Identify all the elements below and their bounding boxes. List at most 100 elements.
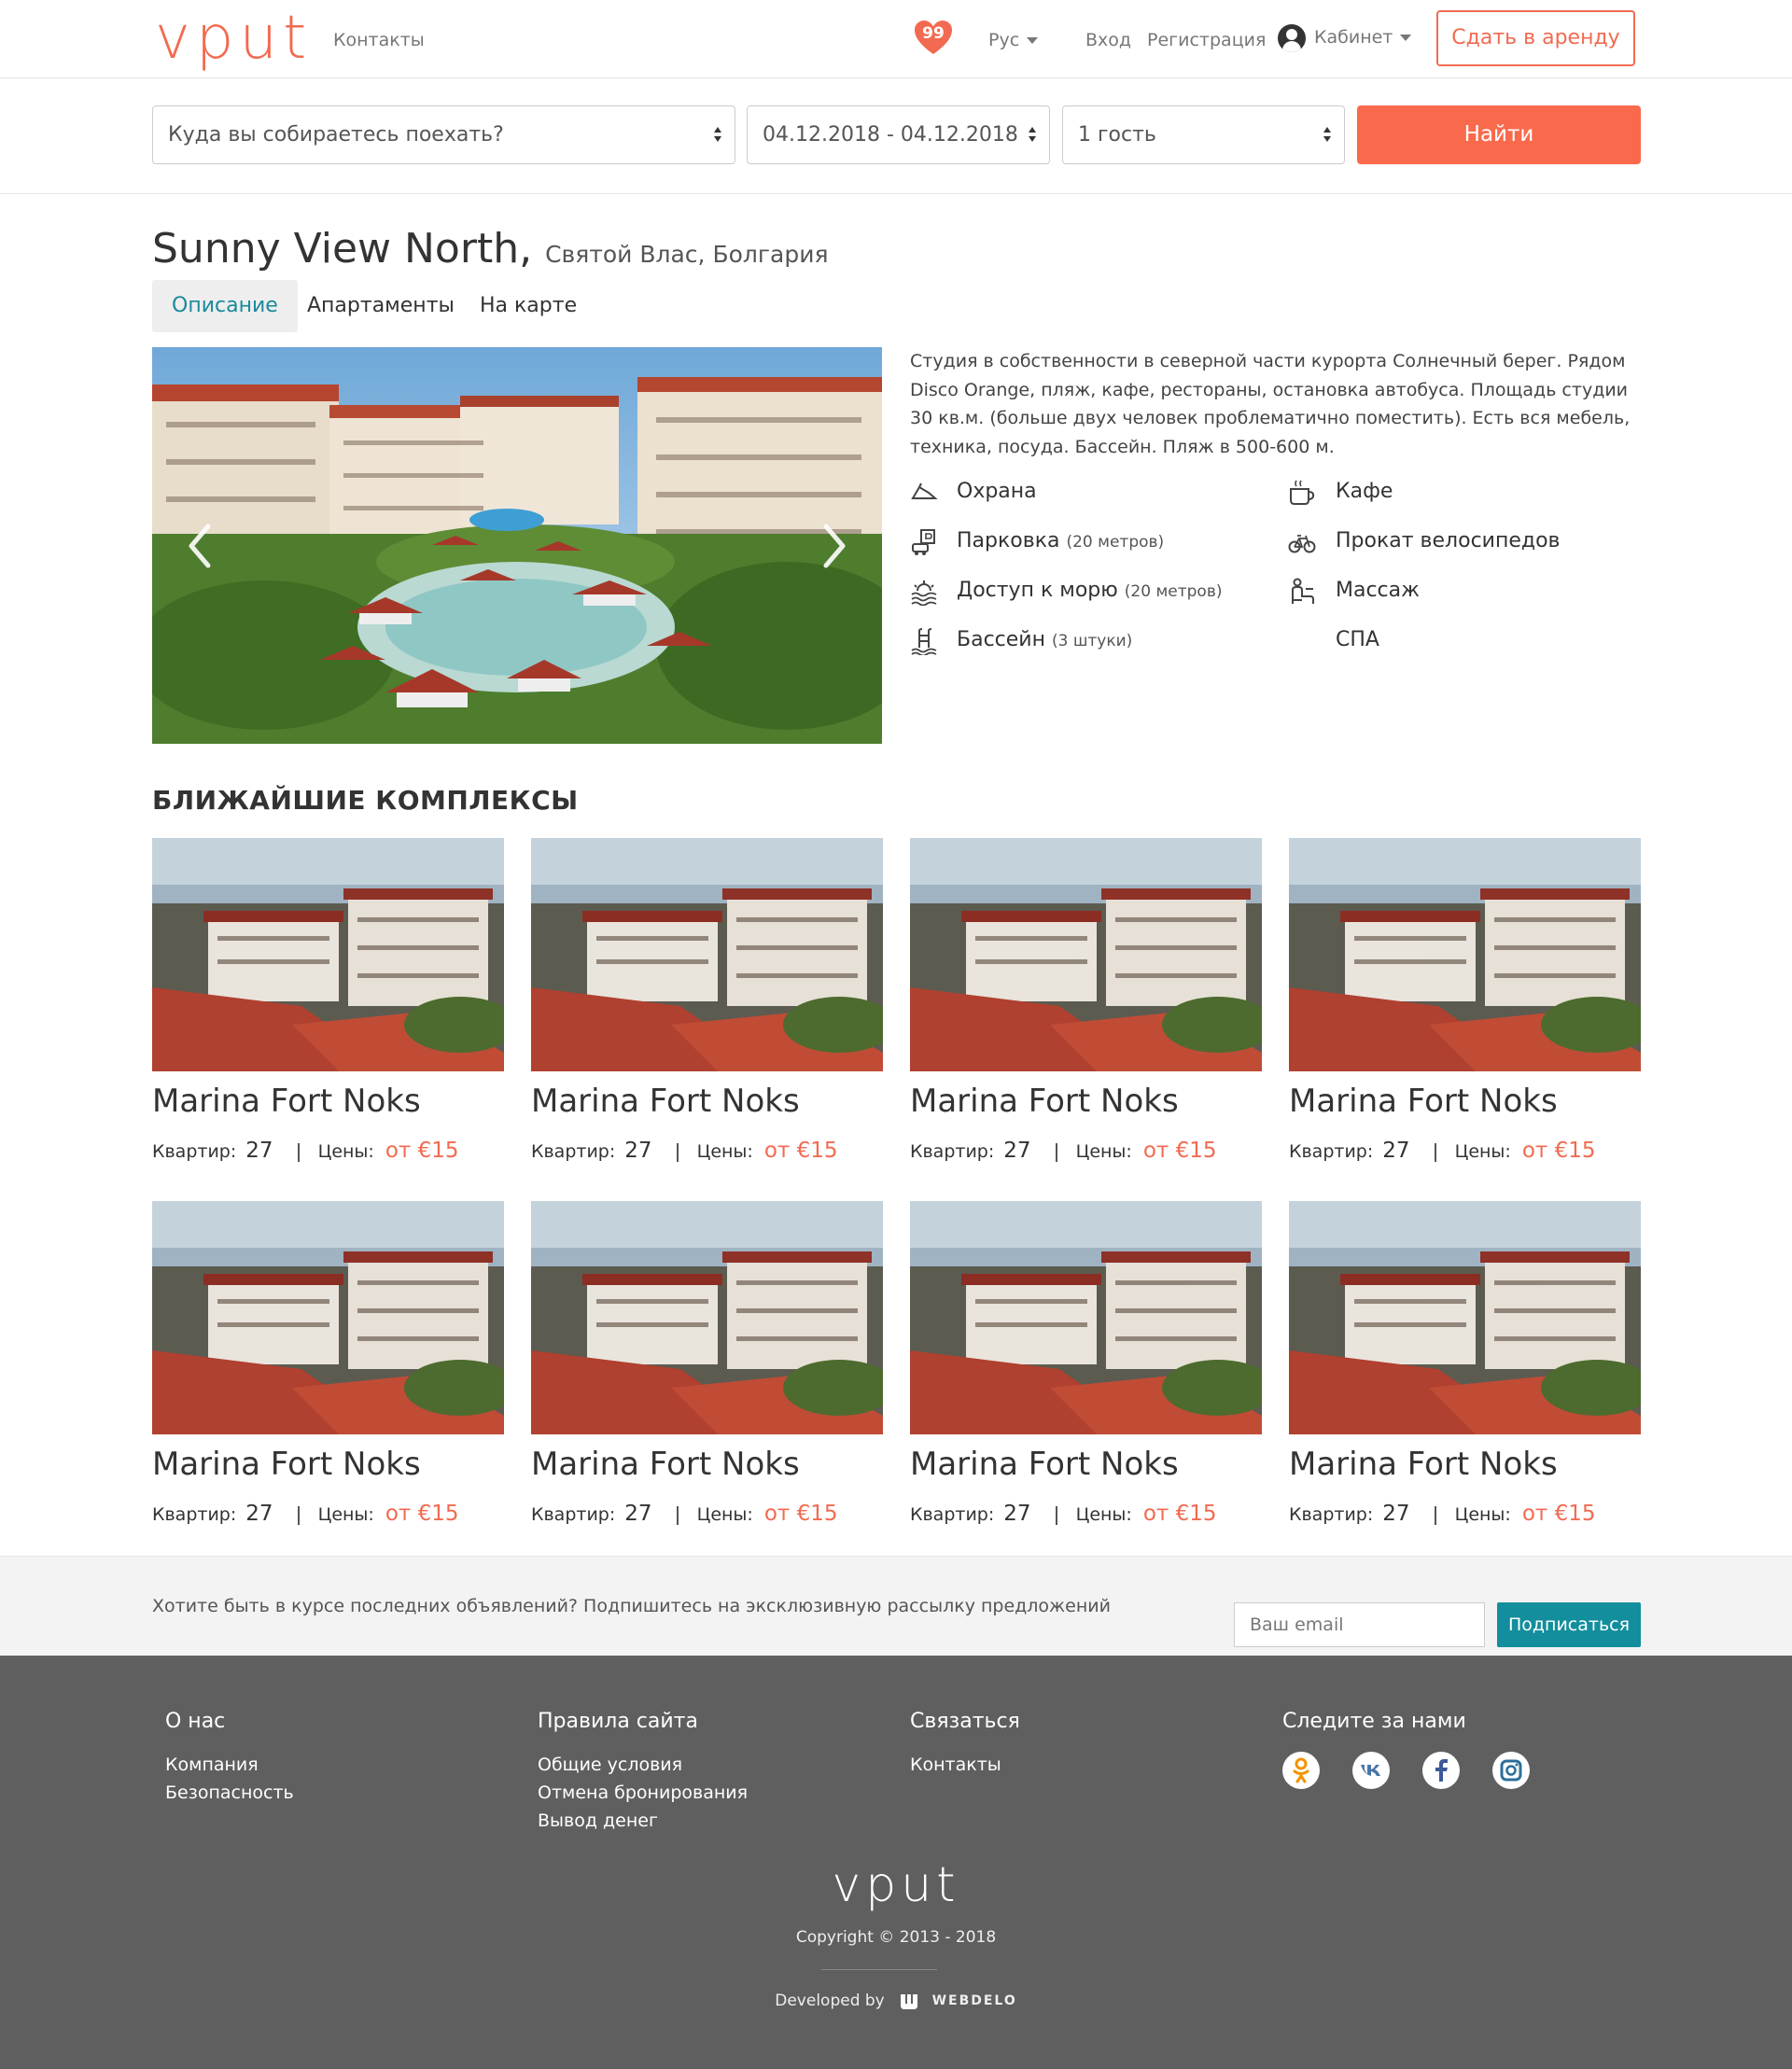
amenity-bicycle-rental: Прокат велосипедов — [1336, 527, 1561, 555]
site-logo[interactable]: vput — [155, 6, 312, 71]
meta-divider — [297, 1505, 300, 1525]
flats-count: 27 — [245, 1502, 273, 1526]
property-location: Святой Влас, Болгария — [545, 241, 829, 268]
facebook-icon[interactable] — [1422, 1752, 1460, 1789]
amenity-parking: Парковка (20 метров) — [957, 527, 1164, 556]
security-icon — [911, 482, 938, 499]
price-value: от €15 — [385, 1139, 459, 1163]
complex-name[interactable]: Marina Fort Noks — [531, 1446, 800, 1483]
footer-logo[interactable]: vput — [0, 1857, 1792, 1913]
complex-name[interactable]: Marina Fort Noks — [910, 1446, 1179, 1483]
carousel-prev-icon[interactable] — [186, 523, 214, 569]
meta-divider — [676, 1142, 679, 1162]
footer-link-cancellation[interactable]: Отмена бронирования — [538, 1782, 748, 1803]
footer-link-withdrawal[interactable]: Вывод денег — [538, 1810, 658, 1831]
rent-out-button[interactable]: Сдать в аренду — [1436, 10, 1635, 66]
flats-label: Квартир: — [152, 1141, 237, 1162]
cafe-icon — [1290, 480, 1315, 505]
newsletter-email-input[interactable]: Ваш email — [1234, 1602, 1485, 1647]
complex-photo[interactable] — [910, 838, 1262, 1071]
instagram-icon[interactable] — [1492, 1752, 1530, 1789]
flats-label: Квартир: — [531, 1141, 616, 1162]
odnoklassniki-icon[interactable] — [1282, 1752, 1320, 1789]
favorites-count: 99 — [922, 24, 945, 43]
newsletter-text: Хотите быть в курсе последних объявлений… — [152, 1596, 1111, 1616]
complex-name[interactable]: Marina Fort Noks — [910, 1083, 1179, 1120]
price-label: Цены: — [317, 1504, 374, 1525]
meta-divider — [297, 1142, 300, 1162]
destination-select[interactable]: Куда вы собираетесь поехать? — [152, 105, 735, 164]
complex-photo[interactable] — [1289, 1201, 1641, 1434]
guests-select[interactable]: 1 гость — [1062, 105, 1345, 164]
complex-photo[interactable] — [531, 838, 883, 1071]
page-title: Sunny View North, Святой Влас, Болгария — [152, 221, 828, 283]
photo-carousel[interactable] — [152, 347, 882, 744]
chevron-down-icon — [1027, 37, 1039, 44]
footer-about-title: О нас — [165, 1710, 226, 1733]
price-label: Цены: — [1454, 1504, 1511, 1525]
user-avatar-icon[interactable] — [1278, 24, 1306, 52]
language-dropdown[interactable]: Рус — [988, 26, 1039, 54]
flats-count: 27 — [1382, 1502, 1410, 1526]
amenity-security: Охрана — [957, 478, 1037, 506]
tab-map[interactable]: На карте — [460, 280, 596, 332]
newsletter-bar: Хотите быть в курсе последних объявлений… — [0, 1556, 1792, 1656]
developer-name[interactable]: WEBDELO — [932, 1993, 1017, 2008]
amenity-massage: Массаж — [1336, 577, 1420, 605]
subscribe-button[interactable]: Подписаться — [1497, 1602, 1641, 1647]
meta-divider — [1055, 1142, 1057, 1162]
amenity-sea-access: Доступ к морю (20 метров) — [957, 577, 1222, 606]
footer-link-contacts[interactable]: Контакты — [910, 1754, 1001, 1775]
amenity-note: (3 штуки) — [1051, 632, 1133, 650]
massage-icon — [1292, 578, 1314, 604]
guests-value: 1 гость — [1078, 123, 1156, 147]
flats-count: 27 — [624, 1502, 652, 1526]
footer: О нас Компания Безопасность Правила сайт… — [0, 1656, 1792, 2069]
complex-photo[interactable] — [152, 1201, 504, 1434]
flats-count: 27 — [1003, 1502, 1031, 1526]
chevron-down-icon — [1400, 35, 1412, 41]
dates-value: 04.12.2018 - 04.12.2018 — [763, 123, 1018, 147]
search-bar: Куда вы собираетесь поехать? 04.12.2018 … — [0, 78, 1792, 194]
complex-name[interactable]: Marina Fort Noks — [152, 1083, 421, 1120]
footer-link-terms[interactable]: Общие условия — [538, 1754, 682, 1775]
parking-icon — [912, 529, 935, 555]
footer-link-security[interactable]: Безопасность — [165, 1782, 294, 1803]
amenity-spa: СПА — [1336, 626, 1379, 654]
register-link[interactable]: Регистрация — [1147, 26, 1266, 54]
complex-name[interactable]: Marina Fort Noks — [1289, 1446, 1558, 1483]
tab-description[interactable]: Описание — [152, 280, 298, 332]
flats-count: 27 — [245, 1139, 273, 1163]
complex-name[interactable]: Marina Fort Noks — [531, 1083, 800, 1120]
carousel-next-icon[interactable] — [820, 523, 848, 569]
favorites-badge[interactable]: 99 — [913, 19, 954, 56]
price-value: от €15 — [1521, 1502, 1596, 1526]
complex-meta: Квартир: 27 Цены: от €15 — [1289, 1137, 1596, 1166]
page: vput Контакты 99 Рус Вход Регистрация Ка… — [0, 0, 1792, 2069]
search-button[interactable]: Найти — [1357, 105, 1641, 164]
flats-label: Квартир: — [152, 1504, 237, 1525]
complex-photo[interactable] — [1289, 838, 1641, 1071]
footer-rules-title: Правила сайта — [538, 1710, 698, 1733]
cabinet-dropdown[interactable]: Кабинет — [1314, 23, 1412, 51]
top-navbar: vput Контакты 99 Рус Вход Регистрация Ка… — [0, 0, 1792, 78]
nearby-heading: БЛИЖАЙШИЕ КОМПЛЕКСЫ — [152, 785, 579, 816]
complex-photo[interactable] — [152, 838, 504, 1071]
price-label: Цены: — [317, 1141, 374, 1162]
complex-name[interactable]: Marina Fort Noks — [1289, 1083, 1558, 1120]
vk-icon[interactable] — [1352, 1752, 1390, 1789]
price-value: от €15 — [385, 1502, 459, 1526]
meta-divider — [676, 1505, 679, 1525]
dates-select[interactable]: 04.12.2018 - 04.12.2018 — [747, 105, 1050, 164]
cabinet-label: Кабинет — [1314, 27, 1393, 48]
nav-contacts-link[interactable]: Контакты — [333, 26, 425, 54]
footer-link-company[interactable]: Компания — [165, 1754, 259, 1775]
complex-meta: Квартир: 27 Цены: от €15 — [152, 1137, 459, 1166]
price-value: от €15 — [763, 1139, 838, 1163]
complex-photo[interactable] — [531, 1201, 883, 1434]
tab-apartments[interactable]: Апартаменты — [287, 280, 474, 332]
meta-divider — [1434, 1505, 1436, 1525]
login-link[interactable]: Вход — [1085, 26, 1131, 54]
complex-name[interactable]: Marina Fort Noks — [152, 1446, 421, 1483]
complex-photo[interactable] — [910, 1201, 1262, 1434]
